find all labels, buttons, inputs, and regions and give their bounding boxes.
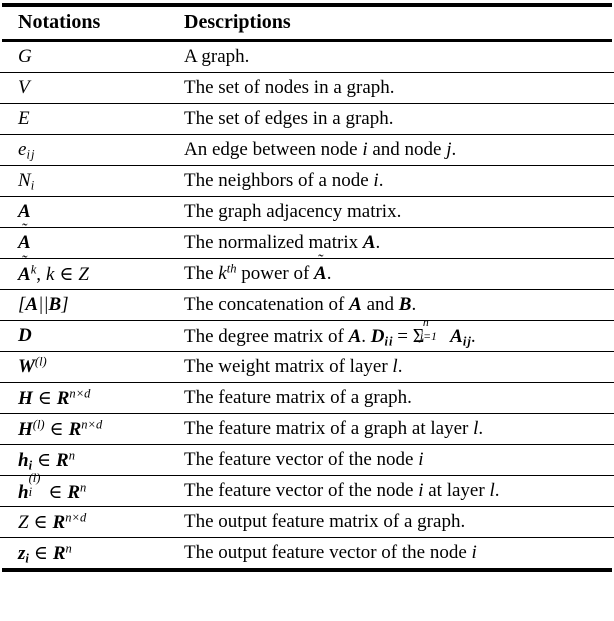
description-cell-normalized-adjacency: The normalized matrix A. <box>178 227 614 259</box>
description-cell-output-vector: The output feature vector of the node i <box>178 537 614 568</box>
description-cell-degree-matrix: The degree matrix of A. Di i = Σn j=1 Ai j… <box>178 316 614 352</box>
table-row: zi ∈ Rn The output feature vector of the n… <box>0 537 614 568</box>
table-row: E The set of edges in a graph. <box>0 103 614 135</box>
notation-cell-output-matrix: Z ∈ Rn×d <box>0 506 178 538</box>
description-cell-concatenation: The concatenation of A and B. <box>178 289 614 321</box>
description-cell-adjacency: The graph adjacency matrix. <box>178 196 614 228</box>
notation-cell-edgeset: E <box>0 103 178 135</box>
table-row: Ni The neighbors of a node i. <box>0 165 614 197</box>
description-cell-nodeset: The set of nodes in a graph. <box>178 72 614 104</box>
header-row: Notations Descriptions <box>0 7 614 39</box>
description-cell-feature-matrix: The feature matrix of a graph. <box>178 382 614 414</box>
description-cell-output-matrix: The output feature matrix of a graph. <box>178 506 614 538</box>
table-row: ei j An edge between node i and node j. <box>0 134 614 166</box>
table-row: H ∈ Rn×d The feature matrix of a graph. <box>0 382 614 414</box>
table-row: A ˜ The normalized matrix A. <box>0 221 614 259</box>
notation-cell-feature-matrix-layer: H(l) ∈ Rn×d <box>0 413 178 445</box>
notation-cell-adjacency-power: A ˜ k, k ∈ Z <box>0 253 178 290</box>
table-row: h (l) i ∈ Rn The feature vector of the node … <box>0 471 614 507</box>
description-cell-feature-vector: The feature vector of the node i <box>178 444 614 476</box>
notation-cell-feature-matrix: H ∈ Rn×d <box>0 382 178 414</box>
notations-table: Notations Descriptions <box>0 7 614 39</box>
column-header-notations: Notations <box>18 11 101 33</box>
description-cell-weight-matrix: The weight matrix of layer l. <box>178 351 614 383</box>
notation-cell-concatenation: [A||B] <box>0 289 178 321</box>
notation-cell-degree-matrix: D <box>0 320 178 352</box>
notation-cell-edge-ij: ei j <box>0 134 178 166</box>
table-row: Z ∈ Rn×d The output feature matrix of a gr… <box>0 506 614 538</box>
description-cell-edgeset: The set of edges in a graph. <box>178 103 614 135</box>
table-row: V The set of nodes in a graph. <box>0 72 614 104</box>
table-row: A ˜ k, k ∈ Z The kth power of A ˜. <box>0 252 614 290</box>
table-header: Notations Descriptions <box>0 7 614 39</box>
notation-cell-neighbors: Ni <box>0 165 178 197</box>
notation-cell-feature-vector: hi ∈ Rn <box>0 444 178 476</box>
table-bottom-rule <box>2 568 612 572</box>
description-cell-graph: A graph. <box>184 46 250 67</box>
description-cell-feature-matrix-layer: The feature matrix of a graph at layer l… <box>178 413 614 445</box>
notation-cell-output-vector: zi ∈ Rn <box>0 537 178 568</box>
description-cell-feature-vector-layer: The feature vector of the node i at laye… <box>178 475 614 507</box>
notation-cell-nodeset: V <box>0 72 178 104</box>
description-cell-neighbors: The neighbors of a node i. <box>178 165 614 197</box>
notations-table-body: G A graph. V The set of nodes in a graph… <box>0 42 614 568</box>
notation-cell-graph: G <box>18 46 32 67</box>
table-row: hi ∈ Rn The feature vector of the node i <box>0 444 614 476</box>
table-row: D The degree matrix of A. Di i = Σn j=1 Ai… <box>0 316 614 352</box>
notation-cell-weight-matrix: W(l) <box>0 351 178 383</box>
table-row: G A graph. <box>0 42 614 73</box>
table-row: [A||B] The concatenation of A and B. <box>0 289 614 321</box>
description-cell-adjacency-power: The kth power of A ˜. <box>178 252 614 290</box>
table-row: W(l) The weight matrix of layer l. <box>0 351 614 383</box>
notation-cell-feature-vector-layer: h (l) i ∈ Rn <box>0 471 178 507</box>
description-cell-edge-ij: An edge between node i and node j. <box>178 134 614 166</box>
table-row: A The graph adjacency matrix. <box>0 196 614 228</box>
column-header-descriptions: Descriptions <box>184 11 291 33</box>
table-row: H(l) ∈ Rn×d The feature matrix of a graph … <box>0 413 614 445</box>
